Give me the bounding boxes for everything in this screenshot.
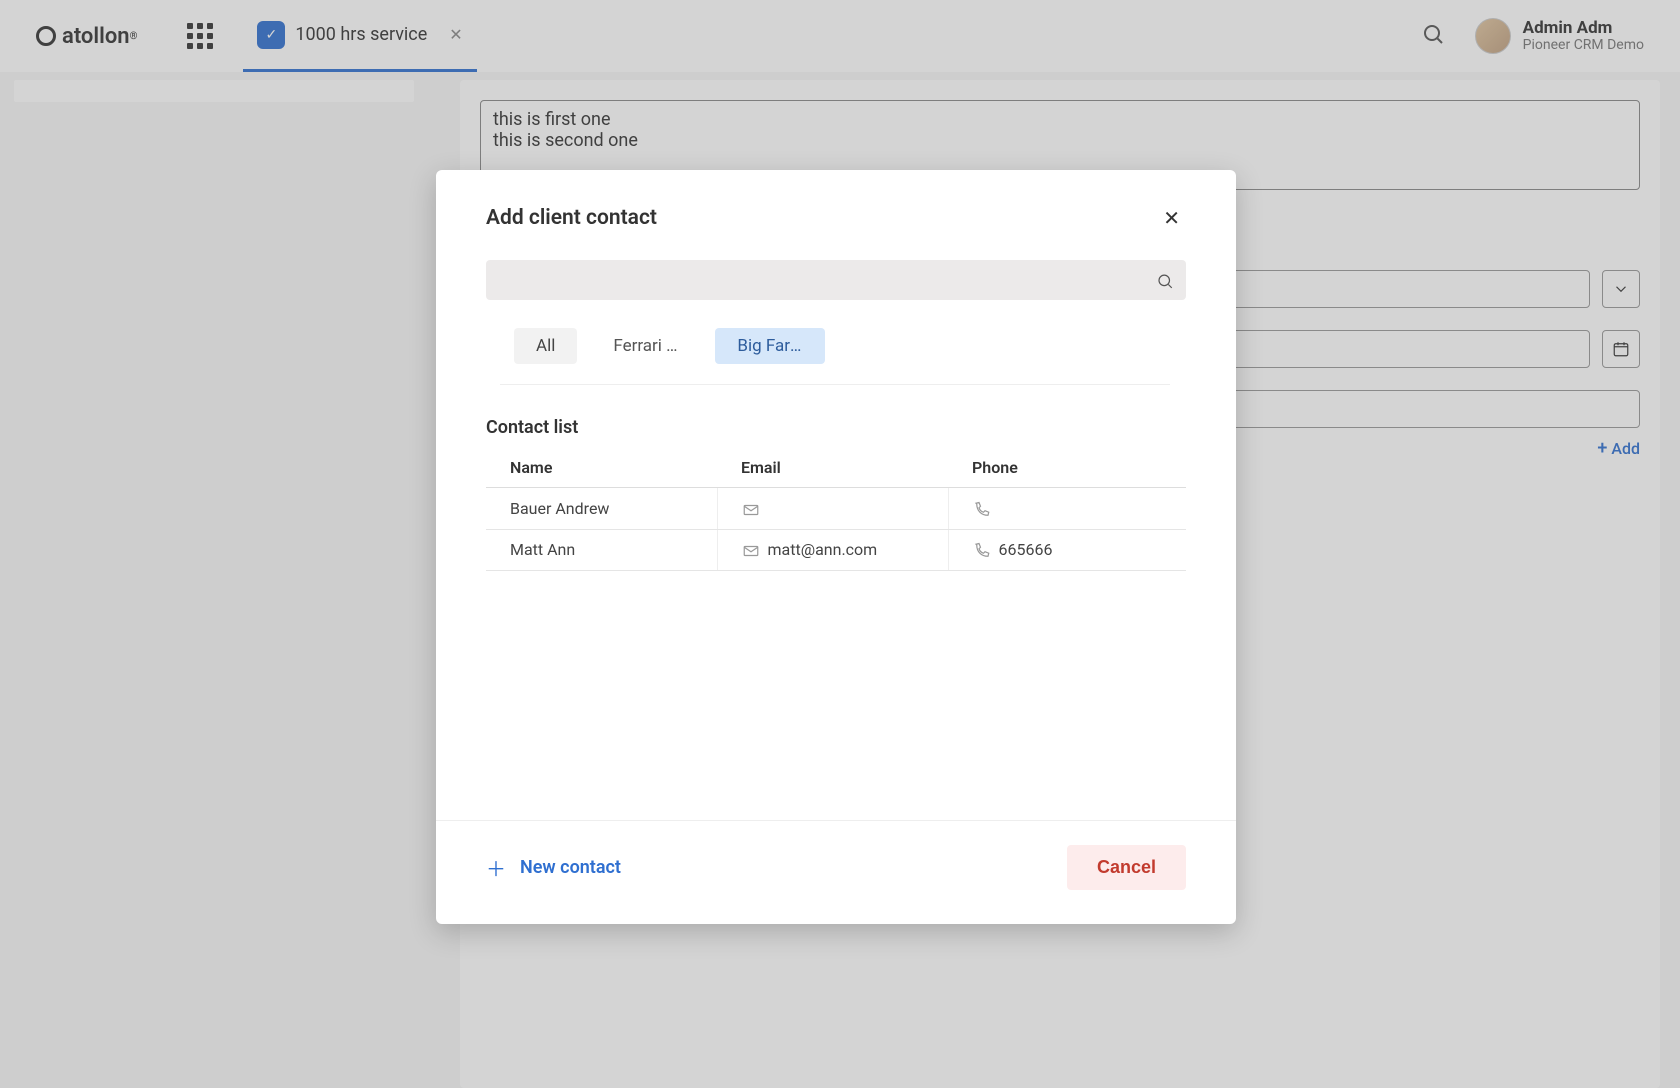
table-row[interactable]: Matt Ann matt@ann.com 665666 [486, 529, 1186, 571]
search-icon [1156, 270, 1174, 290]
email-icon [742, 541, 760, 561]
contact-list-heading: Contact list [486, 417, 1186, 438]
contact-table: Name Email Phone Bauer Andrew Matt Ann [486, 448, 1186, 571]
col-name: Name [486, 448, 717, 488]
filter-chips: All Ferrari VE... Big Farm s... [500, 328, 1170, 385]
email-icon [742, 499, 760, 519]
cell-email: matt@ann.com [717, 529, 948, 571]
chip-ferrari[interactable]: Ferrari VE... [591, 328, 701, 364]
new-contact-button[interactable]: ＋ New contact [486, 853, 621, 882]
phone-icon [973, 499, 991, 519]
add-client-contact-modal: Add client contact ✕ All Ferrari VE... B… [436, 170, 1236, 924]
new-contact-label: New contact [520, 857, 621, 878]
phone-icon [973, 541, 991, 561]
cell-phone: 665666 [948, 529, 1186, 571]
cell-email [717, 488, 948, 530]
chip-big-farm[interactable]: Big Farm s... [715, 328, 825, 364]
cancel-button[interactable]: Cancel [1067, 845, 1186, 890]
cell-name: Matt Ann [486, 529, 717, 571]
plus-icon: ＋ [486, 853, 506, 882]
chip-all[interactable]: All [514, 328, 577, 364]
modal-title: Add client contact [486, 206, 657, 230]
col-email: Email [717, 448, 948, 488]
contact-search-input[interactable] [486, 260, 1186, 300]
cell-phone [948, 488, 1186, 530]
modal-close-button[interactable]: ✕ [1157, 200, 1186, 236]
table-row[interactable]: Bauer Andrew [486, 488, 1186, 530]
col-phone: Phone [948, 448, 1186, 488]
cell-name: Bauer Andrew [486, 488, 717, 530]
